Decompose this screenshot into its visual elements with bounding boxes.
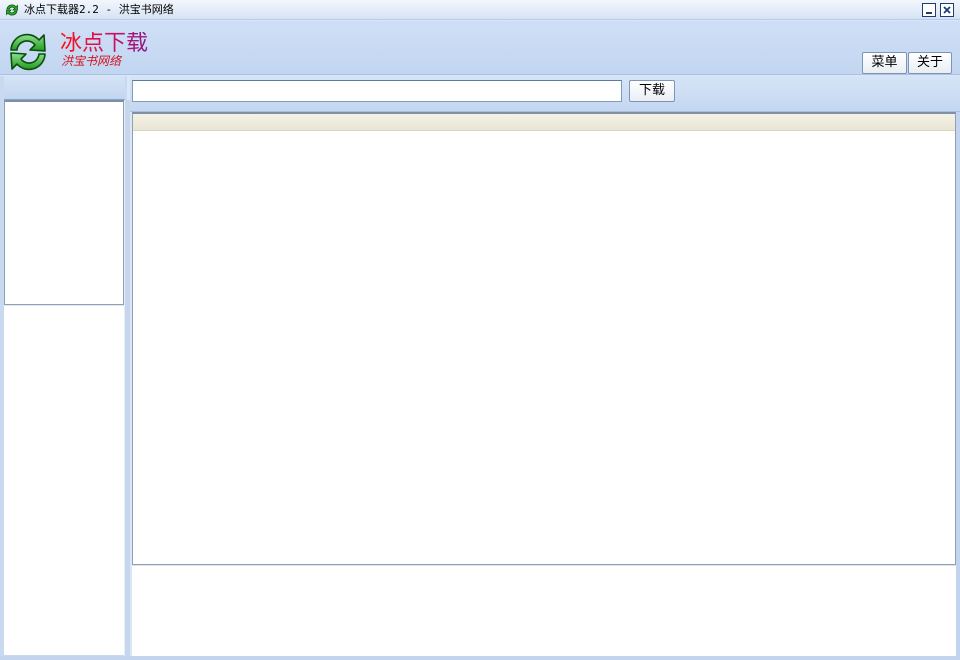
brand-name: 冰点下载 [60, 31, 149, 56]
window-title: 冰点下载器2.2 - 洪宝书网络 [24, 3, 174, 16]
close-button[interactable] [940, 3, 954, 17]
download-button[interactable]: 下载 [629, 80, 675, 102]
url-input[interactable] [132, 80, 622, 102]
window-right-edge [956, 112, 960, 660]
download-list[interactable] [132, 112, 956, 565]
green-refresh-arrows-icon [10, 33, 46, 71]
minimize-icon [926, 11, 932, 14]
vertical-splitter[interactable] [124, 100, 130, 656]
left-panel-header [4, 76, 125, 100]
category-tree[interactable] [4, 100, 124, 305]
minimize-button[interactable] [922, 3, 936, 17]
brand-subtitle: 洪宝书网络 [61, 54, 122, 68]
detail-pane [132, 565, 956, 656]
close-icon [943, 6, 951, 14]
title-bar: 冰点下载器2.2 - 洪宝书网络 [0, 0, 960, 20]
list-column-header[interactable] [133, 114, 955, 131]
left-info-pane [4, 305, 124, 655]
refresh-arrows-icon [6, 4, 18, 16]
app-header: 冰点下载 洪宝书网络 菜单 关于 [0, 21, 960, 75]
menu-button[interactable]: 菜单 [862, 52, 907, 74]
about-button[interactable]: 关于 [908, 52, 952, 74]
window-bottom-edge [0, 656, 960, 660]
